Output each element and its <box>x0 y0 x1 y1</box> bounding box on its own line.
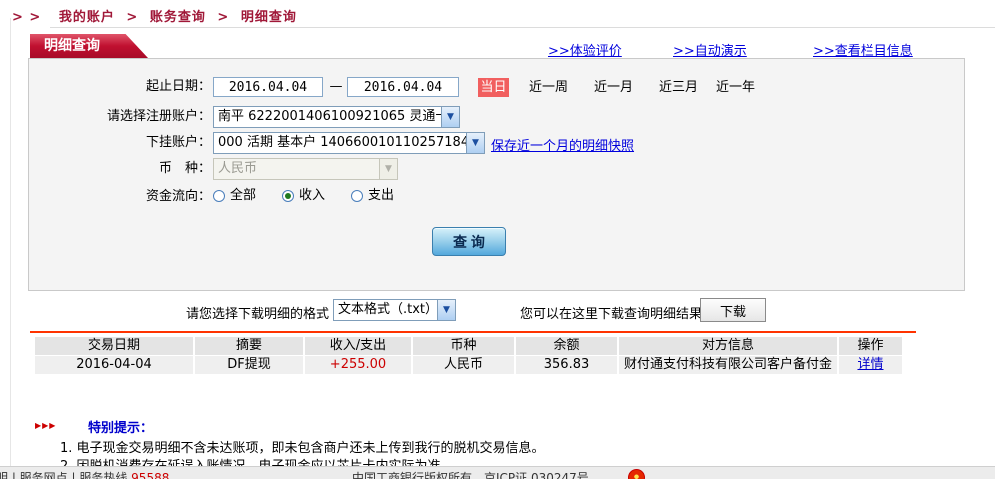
left-edge-divider <box>10 18 11 466</box>
dropdown-arrow-icon: ▼ <box>379 159 397 179</box>
table-header-row: 交易日期 摘要 收入/支出 币种 余额 对方信息 操作 <box>35 337 902 356</box>
cell-balance: 356.83 <box>516 356 619 374</box>
date-to-input[interactable] <box>347 77 459 97</box>
fund-flow-radios: 全部 收入 支出 <box>213 187 394 205</box>
date-range-label: 起止日期： <box>41 75 211 99</box>
breadcrumb-separator: > <box>126 10 138 25</box>
fund-flow-row: 资金流向： 全部 收入 支出 <box>29 185 964 211</box>
radio-icon <box>213 190 225 202</box>
header-amount: 收入/支出 <box>305 337 413 355</box>
table-row: 2016-04-04 DF提现 +255.00 人民币 356.83 财付通支付… <box>35 356 902 374</box>
register-account-label: 请选择注册账户： <box>41 105 211 129</box>
notice-arrows-icon: ▶▶▶ <box>35 421 56 430</box>
cell-counterparty: 财付通支付科技有限公司客户备付金 <box>619 356 839 374</box>
notice-item: 1. 电子现金交易明细不含未达账项，即未包含商户还未上传到我行的脱机交易信息。 <box>60 437 545 456</box>
dropdown-arrow-icon[interactable]: ▼ <box>441 107 459 127</box>
fund-flow-label: 资金流向： <box>41 185 211 209</box>
cell-currency: 人民币 <box>413 356 516 374</box>
download-format-select[interactable]: 文本格式（.txt） ▼ <box>333 299 456 321</box>
dropdown-arrow-icon[interactable]: ▼ <box>466 133 484 153</box>
save-snapshot-link[interactable]: 保存近一个月的明细快照 <box>491 135 634 154</box>
breadcrumb-divider <box>50 27 995 28</box>
currency-row: 币 种： 人民币 ▼ <box>29 157 964 183</box>
breadcrumb-account-query[interactable]: 账务查询 <box>150 10 206 25</box>
sub-account-select[interactable]: 000 活期 基本户 1406600101102571848 ▼ <box>213 132 485 154</box>
download-hint: 您可以在这里下载查询明细结果 <box>520 303 702 322</box>
header-action: 操作 <box>839 337 902 355</box>
query-button[interactable]: 查 询 <box>432 227 506 256</box>
column-info-link[interactable]: >>查看栏目信息 <box>813 40 913 59</box>
currency-label: 币 种： <box>41 157 211 181</box>
tab-detail-query[interactable]: 明细查询 <box>30 34 148 58</box>
radio-income[interactable]: 收入 <box>282 187 325 205</box>
table-top-rule <box>30 331 916 333</box>
download-format-value: 文本格式（.txt） <box>334 300 437 320</box>
sub-account-value: 000 活期 基本户 1406600101102571848 <box>214 133 466 153</box>
range-week-button[interactable]: 近一周 <box>529 78 568 97</box>
header-counterparty: 对方信息 <box>619 337 839 355</box>
range-quarter-button[interactable]: 近三月 <box>659 78 698 97</box>
footer-bar: 网站声明 | 服务网点 | 服务热线 95588 中国工商银行版权所有 京ICP… <box>0 466 995 479</box>
header-summary: 摘要 <box>195 337 305 355</box>
range-year-button[interactable]: 近一年 <box>716 78 755 97</box>
radio-all-label: 全部 <box>230 187 256 205</box>
radio-expense[interactable]: 支出 <box>351 187 394 205</box>
sub-account-row: 下挂账户： 000 活期 基本户 1406600101102571848 ▼ 保… <box>29 131 964 157</box>
tab-label: 明细查询 <box>44 38 100 54</box>
header-balance: 余额 <box>516 337 619 355</box>
cell-summary: DF提现 <box>195 356 305 374</box>
cell-amount: +255.00 <box>305 356 413 374</box>
query-form-panel: 起止日期： — 当日 近一周 近一月 近三月 近一年 请选择注册账户： 南平 6… <box>28 58 965 291</box>
breadcrumb-detail-query[interactable]: 明细查询 <box>241 10 297 25</box>
date-range-row: 起止日期： — 当日 近一周 近一月 近三月 近一年 <box>29 75 964 101</box>
download-format-label: 请您选择下载明细的格式 <box>186 303 329 322</box>
radio-selected-icon <box>282 190 294 202</box>
radio-icon <box>351 190 363 202</box>
header-currency: 币种 <box>413 337 516 355</box>
range-today-button[interactable]: 当日 <box>478 78 509 97</box>
currency-value: 人民币 <box>214 159 379 179</box>
header-date: 交易日期 <box>35 337 195 355</box>
breadcrumb-chevrons: > > <box>12 10 41 25</box>
dropdown-arrow-icon[interactable]: ▼ <box>437 300 455 320</box>
breadcrumb-separator: > <box>217 10 229 25</box>
date-range-dash: — <box>327 77 345 97</box>
currency-select-disabled: 人民币 ▼ <box>213 158 398 180</box>
radio-expense-label: 支出 <box>368 187 394 205</box>
radio-income-label: 收入 <box>299 187 325 205</box>
auto-demo-link[interactable]: >>自动演示 <box>673 40 747 59</box>
date-from-input[interactable] <box>213 77 323 97</box>
breadcrumb-my-account[interactable]: 我的账户 <box>59 10 115 25</box>
download-button[interactable]: 下载 <box>700 298 766 322</box>
range-month-button[interactable]: 近一月 <box>594 78 633 97</box>
detail-link[interactable]: 详情 <box>857 357 883 372</box>
cell-date: 2016-04-04 <box>35 356 195 374</box>
notice-title: 特别提示： <box>88 417 153 436</box>
result-table: 交易日期 摘要 收入/支出 币种 余额 对方信息 操作 2016-04-04 D… <box>35 337 902 374</box>
experience-rating-link[interactable]: >>体验评价 <box>548 40 622 59</box>
breadcrumb: > > 我的账户 > 账务查询 > 明细查询 <box>12 6 297 25</box>
sub-account-label: 下挂账户： <box>41 131 211 155</box>
register-account-select[interactable]: 南平 6222001406100921065 灵通卡 ▼ <box>213 106 460 128</box>
radio-all[interactable]: 全部 <box>213 187 256 205</box>
register-account-row: 请选择注册账户： 南平 6222001406100921065 灵通卡 ▼ <box>29 105 964 131</box>
register-account-value: 南平 6222001406100921065 灵通卡 <box>214 107 441 127</box>
